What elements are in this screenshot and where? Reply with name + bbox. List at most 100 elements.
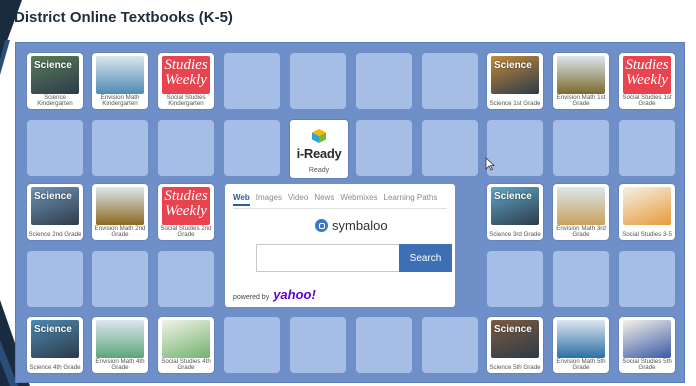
textbook-tile[interactable]: Science Science 2nd Grade: [27, 184, 83, 240]
textbook-label: Envision Math 3rd Grade: [556, 224, 606, 239]
textbook-cover-image: Studies Weekly: [623, 56, 671, 94]
textbook-tile[interactable]: Social Studies 4th Grade: [158, 317, 214, 373]
textbook-tile[interactable]: Studies Weekly Social Studies 2nd Grade: [158, 184, 214, 240]
studies-weekly-line2: Weekly: [165, 72, 207, 88]
empty-tile[interactable]: [356, 120, 412, 176]
textbook-cover-image: [96, 320, 144, 358]
science-cover-word: Science: [494, 191, 532, 202]
empty-tile[interactable]: [422, 120, 478, 176]
textbook-cover-image: [96, 56, 144, 94]
textbook-label: Envision Math 4th Grade: [95, 357, 145, 372]
empty-tile[interactable]: [158, 120, 214, 176]
tile-iready[interactable]: i-Ready Ready: [290, 120, 348, 178]
search-input[interactable]: [256, 244, 399, 272]
textbook-tile[interactable]: Science Science 5th Grade: [487, 317, 543, 373]
mouse-cursor-icon: [485, 157, 495, 171]
textbook-label: Social Studies 2nd Grade: [160, 224, 212, 239]
empty-tile[interactable]: [487, 120, 543, 176]
textbook-label: Social Studies 3-5: [622, 231, 672, 239]
textbook-label: Science Kindergarten: [37, 93, 73, 108]
empty-tile[interactable]: [290, 317, 346, 373]
empty-tile[interactable]: [224, 53, 280, 109]
textbook-label: Science 4th Grade: [29, 364, 81, 372]
textbook-label: Envision Math 1st Grade: [556, 93, 606, 108]
empty-tile[interactable]: [422, 317, 478, 373]
empty-tile[interactable]: [224, 317, 280, 373]
textbook-cover-image: Science: [31, 320, 79, 358]
textbook-tile[interactable]: Studies Weekly Social Studies 1st Grade: [619, 53, 675, 109]
symbaloo-logo-icon: [315, 219, 328, 232]
empty-tile[interactable]: [27, 251, 83, 307]
textbook-tile[interactable]: Science Science 1st Grade: [487, 53, 543, 109]
textbook-label: Science 2nd Grade: [28, 231, 82, 239]
empty-tile[interactable]: [553, 251, 609, 307]
textbook-tile[interactable]: Science Science Kindergarten: [27, 53, 83, 109]
textbook-cover-image: [557, 56, 605, 94]
search-tab[interactable]: Learning Paths: [384, 193, 438, 206]
science-cover-word: Science: [34, 324, 72, 335]
textbook-cover-image: Science: [491, 320, 539, 358]
textbook-tile[interactable]: Social Studies 5th Grade: [619, 317, 675, 373]
textbook-label: Science 5th Grade: [489, 364, 541, 372]
science-cover-word: Science: [34, 60, 72, 71]
symbaloo-page: District Online Textbooks (K-5) i-Ready …: [0, 0, 696, 386]
textbook-cover-image: Science: [491, 56, 539, 94]
textbook-label: Social Studies 1st Grade: [622, 93, 672, 108]
empty-tile[interactable]: [487, 251, 543, 307]
textbook-label: Envision Math 2nd Grade: [94, 224, 146, 239]
textbook-cover-image: [557, 320, 605, 358]
empty-tile[interactable]: [27, 120, 83, 176]
empty-tile[interactable]: [356, 317, 412, 373]
search-tab[interactable]: Video: [288, 193, 308, 206]
textbook-tile[interactable]: Social Studies 3-5: [619, 184, 675, 240]
search-tab[interactable]: News: [314, 193, 334, 206]
powered-by-label: powered by: [233, 294, 270, 301]
empty-tile[interactable]: [619, 120, 675, 176]
studies-weekly-line1: Studies: [625, 57, 669, 73]
search-widget: Web Images Video News Webmixes Learning Paths…: [225, 184, 455, 307]
science-cover-word: Science: [494, 324, 532, 335]
studies-weekly-line1: Studies: [164, 188, 208, 204]
textbook-tile[interactable]: Envision Math 4th Grade: [92, 317, 148, 373]
iready-logo-text: i-Ready: [296, 146, 342, 161]
search-tab[interactable]: Web: [233, 193, 250, 206]
textbook-cover-image: Science: [31, 187, 79, 225]
studies-weekly-line2: Weekly: [165, 203, 207, 219]
textbook-label: Science 3rd Grade: [489, 231, 541, 239]
textbook-cover-image: Science: [31, 56, 79, 94]
empty-tile[interactable]: [619, 251, 675, 307]
yahoo-logo[interactable]: yahoo!: [273, 287, 316, 302]
textbook-tile[interactable]: Science Science 3rd Grade: [487, 184, 543, 240]
iready-label: Ready: [308, 167, 330, 175]
textbook-label: Social Studies 4th Grade: [161, 357, 211, 372]
textbook-cover-image: [96, 187, 144, 225]
symbaloo-brand: symbaloo: [315, 218, 388, 233]
textbook-cover-image: [623, 187, 671, 225]
empty-tile[interactable]: [92, 251, 148, 307]
empty-tile[interactable]: [158, 251, 214, 307]
textbook-tile[interactable]: Studies Weekly Social Studies Kindergarten: [158, 53, 214, 109]
search-button[interactable]: Search: [399, 244, 452, 272]
empty-tile[interactable]: [422, 53, 478, 109]
iready-cube-icon: [312, 129, 326, 143]
empty-tile[interactable]: [356, 53, 412, 109]
textbook-cover-image: [162, 320, 210, 358]
empty-tile[interactable]: [290, 53, 346, 109]
webmix-board: i-Ready Ready Web Images Video News Webmixes…: [15, 42, 685, 383]
textbook-cover-image: [623, 320, 671, 358]
textbook-tile[interactable]: Science Science 4th Grade: [27, 317, 83, 373]
textbook-tile[interactable]: Envision Math Kindergarten: [92, 53, 148, 109]
textbook-label: Social Studies Kindergarten: [166, 93, 206, 108]
search-tabs: Web Images Video News Webmixes Learning Paths: [233, 193, 437, 206]
textbook-tile[interactable]: Envision Math 2nd Grade: [92, 184, 148, 240]
textbook-tile[interactable]: Envision Math 5th Grade: [553, 317, 609, 373]
empty-tile[interactable]: [224, 120, 280, 176]
page-title: District Online Textbooks (K-5): [14, 9, 233, 26]
empty-tile[interactable]: [92, 120, 148, 176]
search-tab[interactable]: Webmixes: [340, 193, 377, 206]
textbook-tile[interactable]: Envision Math 1st Grade: [553, 53, 609, 109]
textbook-cover-image: Science: [491, 187, 539, 225]
search-tab[interactable]: Images: [256, 193, 282, 206]
empty-tile[interactable]: [553, 120, 609, 176]
textbook-tile[interactable]: Envision Math 3rd Grade: [553, 184, 609, 240]
